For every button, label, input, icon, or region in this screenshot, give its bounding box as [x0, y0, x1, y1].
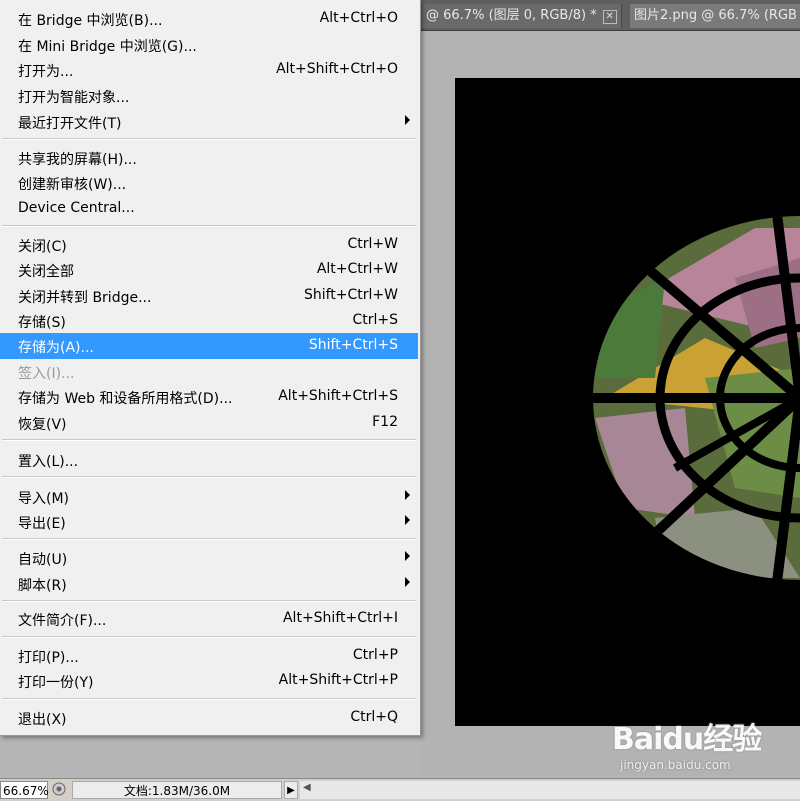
- menu-item-label: 导入(M): [18, 491, 70, 507]
- submenu-arrow-icon: [405, 490, 410, 500]
- file-menu: 在 Bridge 中浏览(B)... Alt+Ctrl+O 在 Mini Bri…: [0, 0, 421, 736]
- menu-item-browse-mini-bridge[interactable]: 在 Mini Bridge 中浏览(G)...: [0, 32, 418, 58]
- menu-item-print-one-copy[interactable]: 打印一份(Y) Alt+Shift+Ctrl+P: [0, 668, 418, 694]
- menu-item-save-for-web[interactable]: 存储为 Web 和设备所用格式(D)... Alt+Shift+Ctrl+S: [0, 384, 418, 410]
- menu-separator: [2, 600, 416, 602]
- menu-item-label: 存储(S): [18, 315, 66, 331]
- menu-item-label: 打印一份(Y): [18, 675, 94, 691]
- tab-document-title: @ 66.7% (图层 0, RGB/8) *: [426, 8, 597, 23]
- menu-item-open-as[interactable]: 打开为... Alt+Shift+Ctrl+O: [0, 57, 418, 83]
- menu-item-label: 导出(E): [18, 516, 66, 532]
- menu-item-label: 共享我的屏幕(H)...: [18, 152, 137, 168]
- menu-item-place[interactable]: 置入(L)...: [0, 447, 418, 473]
- menu-item-browse-bridge[interactable]: 在 Bridge 中浏览(B)... Alt+Ctrl+O: [0, 6, 418, 32]
- tab-document-image2[interactable]: 图片2.png @ 66.7% (RGB: [630, 4, 800, 28]
- submenu-arrow-icon: [405, 577, 410, 587]
- menu-item-label: 退出(X): [18, 712, 67, 728]
- menu-item-create-review[interactable]: 创建新审核(W)...: [0, 170, 418, 196]
- menu-item-automate[interactable]: 自动(U): [0, 545, 418, 571]
- baidu-jingyan-watermark: Baidu经验 jingyan.baidu.com: [612, 712, 792, 782]
- watermark-url: jingyan.baidu.com: [620, 758, 731, 772]
- menu-item-shortcut: Ctrl+Q: [350, 709, 398, 725]
- menu-item-file-info[interactable]: 文件简介(F)... Alt+Shift+Ctrl+I: [0, 606, 418, 632]
- close-icon[interactable]: ✕: [602, 10, 617, 24]
- menu-item-shortcut: Alt+Shift+Ctrl+S: [278, 388, 398, 404]
- menu-item-shortcut: Alt+Shift+Ctrl+O: [276, 61, 398, 77]
- menu-separator: [2, 138, 416, 140]
- menu-item-label: 在 Mini Bridge 中浏览(G)...: [18, 39, 197, 55]
- menu-item-close[interactable]: 关闭(C) Ctrl+W: [0, 232, 418, 258]
- menu-item-shortcut: Alt+Ctrl+W: [316, 261, 398, 277]
- menu-item-label: 关闭并转到 Bridge...: [18, 290, 152, 306]
- menu-item-close-go-bridge[interactable]: 关闭并转到 Bridge... Shift+Ctrl+W: [0, 283, 418, 309]
- document-size-info: 文档:1.83M/36.0M: [72, 781, 282, 799]
- submenu-arrow-icon: [405, 115, 410, 125]
- menu-item-print[interactable]: 打印(P)... Ctrl+P: [0, 643, 418, 669]
- tab-document-title: 图片2.png @ 66.7% (RGB: [634, 8, 797, 23]
- zoom-field[interactable]: 66.67%: [0, 781, 49, 799]
- menu-item-close-all[interactable]: 关闭全部 Alt+Ctrl+W: [0, 257, 418, 283]
- menu-item-share-screen[interactable]: 共享我的屏幕(H)...: [0, 145, 418, 171]
- menu-item-shortcut: F12: [372, 414, 398, 430]
- menu-separator: [2, 636, 416, 638]
- menu-item-label: 创建新审核(W)...: [18, 177, 127, 193]
- menu-item-label: 置入(L)...: [18, 454, 79, 470]
- menu-item-revert[interactable]: 恢复(V) F12: [0, 410, 418, 436]
- tab-document-active[interactable]: @ 66.7% (图层 0, RGB/8) * ✕: [422, 4, 622, 28]
- menu-item-scripts[interactable]: 脚本(R): [0, 571, 418, 597]
- menu-item-label: 最近打开文件(T): [18, 116, 122, 132]
- preview-icon[interactable]: [52, 782, 66, 796]
- menu-separator: [2, 476, 416, 478]
- menu-item-label: Device Central...: [18, 200, 135, 216]
- menu-item-shortcut: Ctrl+S: [352, 312, 398, 328]
- horizontal-scrollbar[interactable]: [300, 781, 800, 799]
- menu-item-label: 打开为智能对象...: [18, 90, 130, 106]
- menu-item-shortcut: Shift+Ctrl+W: [303, 287, 398, 303]
- menu-item-exit[interactable]: 退出(X) Ctrl+Q: [0, 705, 418, 731]
- circular-photo-collage: [593, 216, 800, 580]
- menu-item-label: 打开为...: [18, 64, 74, 80]
- menu-item-export[interactable]: 导出(E): [0, 509, 418, 535]
- menu-item-label: 关闭(C): [18, 239, 67, 255]
- menu-item-save-as[interactable]: 存储为(A)... Shift+Ctrl+S: [0, 333, 418, 359]
- document-canvas[interactable]: [455, 78, 800, 726]
- menu-item-shortcut: Alt+Shift+Ctrl+P: [278, 672, 398, 688]
- menu-item-save[interactable]: 存储(S) Ctrl+S: [0, 308, 418, 334]
- menu-item-label: 自动(U): [18, 552, 68, 568]
- status-menu-arrow-icon[interactable]: ▶: [284, 781, 298, 799]
- submenu-arrow-icon: [405, 515, 410, 525]
- menu-item-open-as-smart-object[interactable]: 打开为智能对象...: [0, 83, 418, 109]
- menu-item-recent-files[interactable]: 最近打开文件(T): [0, 109, 418, 135]
- watermark-brand: Baidu经验: [612, 722, 762, 757]
- menu-item-shortcut: Alt+Ctrl+O: [319, 10, 398, 26]
- menu-item-shortcut: Ctrl+W: [347, 236, 398, 252]
- menu-item-label: 关闭全部: [18, 264, 74, 280]
- menu-item-shortcut: Ctrl+P: [352, 647, 398, 663]
- menu-separator: [2, 698, 416, 700]
- menu-item-import[interactable]: 导入(M): [0, 484, 418, 510]
- menu-separator: [2, 225, 416, 227]
- menu-item-label: 在 Bridge 中浏览(B)...: [18, 13, 163, 29]
- menu-item-label: 脚本(R): [18, 578, 67, 594]
- submenu-arrow-icon: [405, 551, 410, 561]
- menu-item-label: 打印(P)...: [18, 650, 79, 666]
- menu-item-label: 签入(I)...: [18, 366, 75, 382]
- menu-separator: [2, 439, 416, 441]
- menu-item-shortcut: Shift+Ctrl+S: [308, 337, 398, 353]
- menu-item-label: 存储为 Web 和设备所用格式(D)...: [18, 391, 233, 407]
- scroll-left-icon[interactable]: ◀: [303, 782, 311, 793]
- menu-item-device-central[interactable]: Device Central...: [0, 196, 418, 222]
- menu-item-label: 恢复(V): [18, 417, 67, 433]
- menu-item-shortcut: Alt+Shift+Ctrl+I: [282, 610, 398, 626]
- menu-item-check-in: 签入(I)...: [0, 359, 418, 385]
- menu-item-label: 文件简介(F)...: [18, 613, 107, 629]
- menu-item-label: 存储为(A)...: [18, 340, 94, 356]
- menu-separator: [2, 538, 416, 540]
- status-bar: 66.67% 文档:1.83M/36.0M ▶ ◀: [0, 778, 800, 801]
